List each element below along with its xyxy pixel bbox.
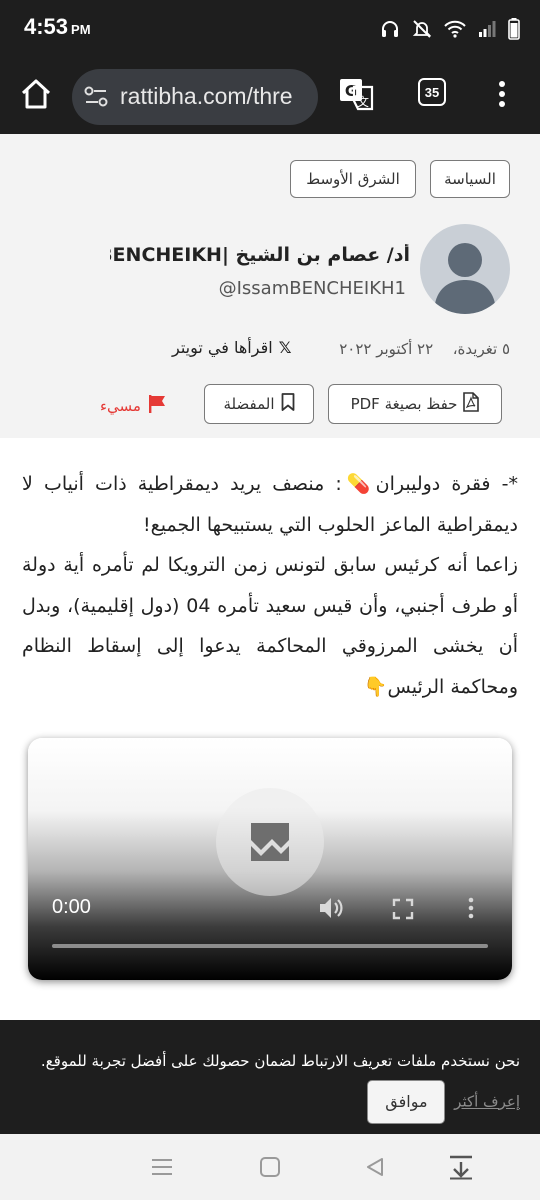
- cookie-text-block: نحن نستخدم ملفات تعريف الارتباط لضمان حص…: [20, 1042, 520, 1124]
- tag-middle-east[interactable]: الشرق الأوسط: [290, 160, 416, 198]
- status-time: 4:53 PM: [24, 14, 91, 39]
- url-text[interactable]: rattibha.com/thre: [120, 83, 293, 110]
- favorites-button[interactable]: المفضلة: [204, 384, 314, 424]
- wifi-icon: [444, 20, 466, 38]
- save-pdf-label: حفظ بصيغة PDF: [350, 395, 458, 413]
- favorites-label: المفضلة: [223, 395, 275, 413]
- read-on-x-label: اقرأها في تويتر: [172, 338, 273, 357]
- cookie-message: نحن نستخدم ملفات تعريف الارتباط لضمان حص…: [40, 1052, 520, 1070]
- url-bar[interactable]: rattibha.com/thre: [72, 69, 318, 125]
- mute-icon: [412, 19, 432, 39]
- battery-icon: [508, 18, 520, 40]
- download-icon[interactable]: [448, 1154, 474, 1184]
- bookmark-icon: [281, 393, 295, 415]
- video-player[interactable]: 0:00: [28, 738, 512, 980]
- signal-icon: [478, 20, 496, 38]
- svg-text:文: 文: [357, 94, 369, 109]
- video-progress-bar[interactable]: [52, 944, 488, 948]
- home-nav-icon[interactable]: [259, 1156, 281, 1182]
- report-button[interactable]: مسيء: [100, 394, 167, 418]
- fullscreen-icon[interactable]: [392, 898, 414, 924]
- video-more-icon[interactable]: [466, 896, 476, 924]
- report-label: مسيء: [100, 397, 141, 415]
- thread-meta: ٥ تغريدة، ٢٢ أكتوبر ٢٠٢٢: [339, 340, 510, 358]
- pdf-file-icon: [463, 392, 480, 416]
- author-handle[interactable]: @IssamBENCHEIKH1: [219, 278, 406, 299]
- home-icon[interactable]: [18, 76, 54, 112]
- flag-icon: [147, 394, 167, 418]
- tabs-icon[interactable]: 35: [418, 78, 446, 106]
- svg-text:G: G: [345, 82, 357, 100]
- agree-button[interactable]: موافق: [367, 1080, 446, 1124]
- tab-count: 35: [424, 84, 440, 100]
- video-current-time: 0:00: [52, 896, 91, 918]
- translate-icon[interactable]: G文: [338, 76, 376, 114]
- browser-toolbar: rattibha.com/thre G文 35: [0, 60, 540, 134]
- broken-image-icon: [248, 820, 292, 864]
- headphones-icon: [380, 19, 400, 39]
- author-name[interactable]: أد/ عصام بن الشيخ |BENCHEIKH...: [110, 244, 410, 266]
- tweet-count: ٥ تغريدة،: [452, 340, 510, 358]
- more-menu-icon[interactable]: [492, 76, 512, 112]
- avatar[interactable]: [420, 224, 510, 314]
- read-on-x-link[interactable]: 𝕏 اقرأها في تويتر: [172, 338, 292, 357]
- save-pdf-button[interactable]: حفظ بصيغة PDF: [328, 384, 502, 424]
- article-text: *- فقرة دوليبران💊: منصف يريد ديمقراطية ذ…: [22, 473, 518, 698]
- x-logo-icon: 𝕏: [278, 338, 292, 357]
- thread-date: ٢٢ أكتوبر ٢٠٢٢: [339, 340, 434, 358]
- recent-apps-icon[interactable]: [150, 1156, 174, 1182]
- thread-header: السياسة الشرق الأوسط أد/ عصام بن الشيخ |…: [0, 134, 540, 438]
- status-bar: 4:53 PM: [0, 0, 540, 60]
- learn-more-link[interactable]: إعرف أكثر: [454, 1093, 520, 1111]
- cookie-banner: نحن نستخدم ملفات تعريف الارتباط لضمان حص…: [0, 1020, 540, 1134]
- site-settings-icon[interactable]: [84, 86, 108, 112]
- tag-politics[interactable]: السياسة: [430, 160, 510, 198]
- system-nav-bar: [0, 1134, 540, 1200]
- volume-icon[interactable]: [318, 896, 344, 924]
- back-icon[interactable]: [364, 1156, 386, 1182]
